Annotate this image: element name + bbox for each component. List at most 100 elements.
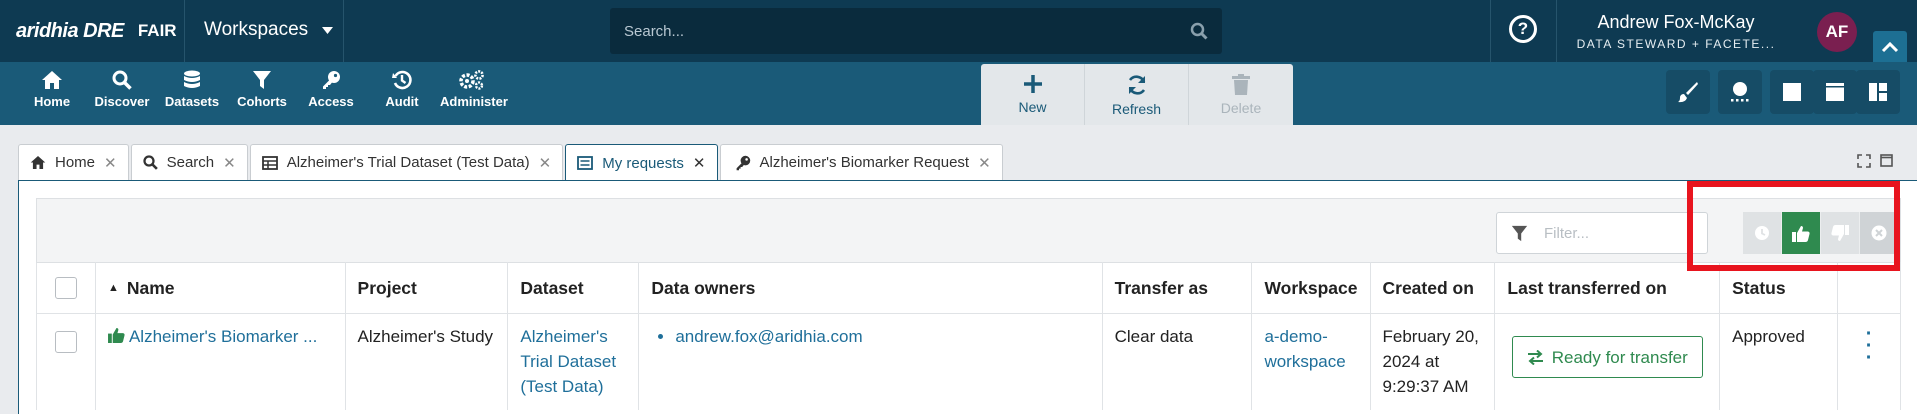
column-header-last-transferred[interactable]: Last transferred on: [1494, 262, 1721, 314]
exchange-icon: [1527, 349, 1543, 365]
close-icon[interactable]: ✕: [104, 154, 117, 172]
filter-icon: [1511, 225, 1528, 241]
refresh-label: Refresh: [1111, 101, 1162, 117]
table-row[interactable]: Alzheimer's Biomarker ... Alzheimer's St…: [36, 313, 1901, 410]
maximize-icon[interactable]: [1880, 154, 1894, 168]
close-icon[interactable]: ✕: [223, 154, 236, 172]
project-cell: Alzheimer's Study: [344, 313, 509, 410]
filter-icon: [253, 71, 271, 89]
user-status-button[interactable]: [1718, 70, 1762, 114]
row-menu-icon[interactable]: · · ·: [1850, 324, 1888, 368]
column-header-project[interactable]: Project: [344, 262, 509, 314]
user-menu[interactable]: Andrew Fox-McKay DATA STEWARD + FACETE..…: [1576, 12, 1776, 51]
select-all-checkbox[interactable]: [54, 277, 77, 300]
highlight-box: [1687, 181, 1900, 271]
thumbs-up-icon: [107, 327, 125, 343]
nav-home[interactable]: Home: [24, 62, 80, 125]
brand-fair: FAIR: [137, 21, 177, 40]
tab-label: Alzheimer's Biomarker Request: [759, 154, 970, 171]
nav-label: Discover: [94, 94, 150, 109]
owners-cell: andrew.fox@aridhia.com: [638, 313, 1103, 410]
nav-audit[interactable]: Audit: [377, 62, 427, 125]
table-header-row: ▲ Name Project Dataset Data owners Transf…: [36, 262, 1901, 314]
nav-label: Access: [308, 94, 354, 109]
nav-administer[interactable]: Administer: [440, 62, 508, 125]
select-all-cell: [36, 262, 96, 314]
tab-biomarker-request[interactable]: Alzheimer's Biomarker Request ✕: [719, 144, 1003, 180]
main-toolbar: Home Discover Datasets Cohorts Access Au…: [0, 62, 1917, 125]
divider: [1490, 0, 1491, 62]
search-input[interactable]: [624, 22, 1190, 40]
search-icon[interactable]: [1190, 22, 1208, 40]
delete-button[interactable]: Delete: [1189, 64, 1293, 125]
paint-brush-icon: [1678, 82, 1698, 103]
brand[interactable]: aridhia DRE FAIR: [16, 8, 177, 54]
sort-ascending-icon: ▲: [107, 281, 119, 294]
column-header-created-on[interactable]: Created on: [1369, 262, 1496, 314]
requests-panel: ▲ Name Project Dataset Data owners Transf…: [18, 180, 1917, 414]
layout-single-button[interactable]: [1770, 70, 1814, 114]
row-checkbox[interactable]: [54, 330, 77, 353]
owner-email-link[interactable]: andrew.fox@aridhia.com: [675, 324, 1089, 349]
requests-table: ▲ Name Project Dataset Data owners Transf…: [36, 262, 1901, 410]
action-group: New Refresh Delete: [981, 64, 1293, 125]
ready-for-transfer-button[interactable]: Ready for transfer: [1511, 336, 1703, 378]
nav-label: Administer: [440, 94, 508, 109]
tab-strip: Home ✕ Search ✕ Alzheimer's Trial Datase…: [18, 144, 1003, 181]
avatar[interactable]: AF: [1817, 12, 1857, 52]
search-icon: [112, 70, 132, 90]
top-bar: aridhia DRE FAIR Workspaces ? Andrew Fox…: [0, 0, 1917, 62]
tab-home[interactable]: Home ✕: [18, 144, 129, 180]
close-icon[interactable]: ✕: [539, 154, 552, 172]
brand-logo[interactable]: aridhia DRE: [16, 20, 124, 43]
request-name-link[interactable]: Alzheimer's Biomarker ...: [129, 327, 317, 346]
trash-icon: [1232, 74, 1250, 95]
workspaces-menu[interactable]: Workspaces: [204, 19, 334, 41]
filter-input[interactable]: [1544, 224, 1674, 242]
nav-label: Cohorts: [237, 94, 287, 109]
tab-my-requests[interactable]: My requests ✕: [565, 144, 718, 181]
dataset-cell: Alzheimer's Trial Dataset (Test Data): [507, 313, 640, 410]
search-icon: [142, 155, 158, 170]
list-icon: [577, 156, 594, 170]
nav-label: Home: [33, 94, 71, 109]
column-label: Name: [126, 277, 175, 298]
nav-discover[interactable]: Discover: [94, 62, 150, 125]
row-actions-cell: · · ·: [1837, 313, 1901, 410]
ready-label: Ready for transfer: [1551, 347, 1688, 367]
dataset-link[interactable]: Alzheimer's Trial Dataset (Test Data): [520, 327, 616, 396]
layout-split-button[interactable]: [1813, 70, 1857, 114]
tab-label: My requests: [602, 154, 684, 172]
close-icon[interactable]: ✕: [693, 154, 706, 172]
refresh-button[interactable]: Refresh: [1085, 64, 1189, 125]
column-header-dataset[interactable]: Dataset: [507, 262, 640, 314]
tab-search[interactable]: Search ✕: [130, 144, 248, 180]
nav-datasets[interactable]: Datasets: [163, 62, 221, 125]
name-cell: Alzheimer's Biomarker ...: [94, 313, 346, 410]
theme-button[interactable]: [1666, 70, 1710, 114]
help-button[interactable]: ?: [1509, 15, 1537, 43]
divider: [1556, 0, 1557, 62]
home-icon: [42, 71, 62, 89]
tab-dataset[interactable]: Alzheimer's Trial Dataset (Test Data) ✕: [249, 144, 564, 180]
column-header-workspace[interactable]: Workspace: [1251, 262, 1371, 314]
column-header-transfer-as[interactable]: Transfer as: [1101, 262, 1253, 314]
layout-grid-button[interactable]: [1856, 70, 1900, 114]
divider: [343, 0, 344, 62]
nav-label: Datasets: [164, 94, 220, 109]
nav-cohorts[interactable]: Cohorts: [234, 62, 290, 125]
column-header-name[interactable]: ▲ Name: [94, 262, 346, 314]
tab-label: Home: [55, 154, 96, 171]
tab-label: Search: [166, 154, 215, 171]
collapse-button[interactable]: [1873, 31, 1907, 62]
delete-label: Delete: [1220, 100, 1262, 116]
column-header-data-owners[interactable]: Data owners: [638, 262, 1103, 314]
close-icon[interactable]: ✕: [978, 154, 991, 172]
filter-box: [1496, 212, 1708, 254]
database-icon: [184, 70, 200, 88]
chevron-up-icon: [1881, 41, 1899, 53]
workspace-link[interactable]: a-demo-workspace: [1264, 327, 1345, 371]
nav-access[interactable]: Access: [305, 62, 357, 125]
fullscreen-icon[interactable]: [1857, 154, 1871, 168]
new-button[interactable]: New: [981, 64, 1085, 125]
